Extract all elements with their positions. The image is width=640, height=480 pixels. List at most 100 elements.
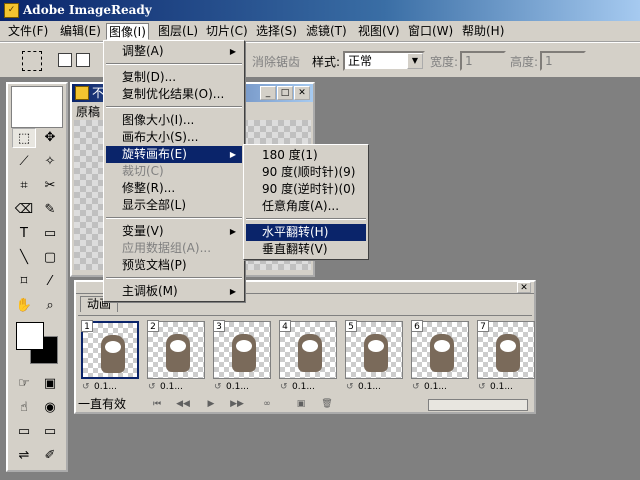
first-frame-icon[interactable]: ⏮ [148, 397, 166, 411]
rect-marquee-tool-icon[interactable]: ⬚ [12, 128, 36, 148]
menu-item-duplicate-optimized[interactable]: 复制优化结果(O)... [106, 86, 242, 103]
frame-delay[interactable]: 0.1... [358, 382, 381, 392]
screen-mode-icon[interactable]: ▭ [12, 422, 36, 442]
menu-view[interactable]: 视图(V) [356, 23, 402, 40]
delete-frame-icon[interactable]: 🗑 [318, 397, 336, 411]
options-bar: 消除锯齿 样式: 正常 ▼ 宽度: 1 高度: 1 [0, 42, 640, 78]
menu-filter[interactable]: 滤镜(T) [304, 23, 349, 40]
close-button[interactable]: ✕ [294, 86, 310, 100]
preview-icon[interactable]: ☝ [12, 398, 36, 418]
minimize-button[interactable]: _ [260, 86, 276, 100]
zoom-tool-icon[interactable]: ⌕ [38, 296, 62, 316]
frame-delay[interactable]: 0.1... [424, 382, 447, 392]
marquee-tool-icon[interactable] [22, 51, 42, 71]
width-field[interactable]: 1 [460, 51, 506, 71]
menu-slice[interactable]: 切片(C) [204, 23, 250, 40]
move-tool-icon[interactable]: ✥ [38, 128, 62, 148]
menu-item-master-palette[interactable]: 主调板(M) ▶ [106, 283, 242, 300]
crop-tool-2-icon[interactable]: ⌑ [12, 272, 36, 292]
menu-item-preview-document[interactable]: 预览文档(P) [106, 257, 242, 274]
frame-delay[interactable]: 0.1... [226, 382, 249, 392]
slice-tool-icon[interactable]: ✂ [38, 176, 62, 196]
raccoon-sprite [496, 334, 520, 372]
add-selection-icon[interactable] [76, 53, 90, 67]
edit-icon[interactable]: ✐ [38, 446, 62, 466]
menu-file[interactable]: 文件(F) [6, 23, 50, 40]
menu-item-image-size[interactable]: 图像大小(I)... [106, 112, 242, 129]
disposal-icon[interactable]: ↺ [82, 382, 90, 392]
new-selection-icon[interactable] [58, 53, 72, 67]
panel-close-button[interactable]: ✕ [517, 282, 531, 293]
eraser-tool-icon[interactable]: ⌫ [12, 200, 36, 220]
menu-item-reveal-all[interactable]: 显示全部(L) [106, 197, 242, 214]
menu-edit[interactable]: 编辑(E) [58, 23, 103, 40]
animation-frame[interactable]: 4 ↺ 0.1... [278, 320, 340, 394]
magic-wand-tool-icon[interactable]: ✧ [38, 152, 62, 172]
lasso-tool-icon[interactable]: ⟋ [12, 152, 36, 172]
animation-frame[interactable]: 2 ↺ 0.1... [146, 320, 208, 394]
menu-item-trim[interactable]: 修整(R)... [106, 180, 242, 197]
disposal-icon[interactable]: ↺ [412, 382, 420, 392]
menu-item-rotate-canvas[interactable]: 旋转画布(E) ▶ [106, 146, 242, 163]
style-select[interactable]: 正常 ▼ [343, 51, 425, 71]
play-icon[interactable]: ▶ [202, 397, 220, 411]
animation-frame[interactable]: 6 ↺ 0.1... [410, 320, 472, 394]
disposal-icon[interactable]: ↺ [478, 382, 486, 392]
menu-item-rotate-90-ccw[interactable]: 90 度(逆时针)(0) [246, 181, 366, 198]
animation-frame[interactable]: 7 ↺ 0.1... [476, 320, 538, 394]
loop-select[interactable]: 一直有效 [78, 397, 126, 411]
line-tool-icon[interactable]: ╲ [12, 248, 36, 268]
menu-item-variables[interactable]: 变量(V) ▶ [106, 223, 242, 240]
crop-tool-icon[interactable]: ⌗ [12, 176, 36, 196]
width-label: 宽度: [430, 55, 459, 69]
type-tool-icon[interactable]: T [12, 224, 36, 244]
image-map-tool-icon[interactable]: ☞ [12, 374, 36, 394]
frame-delay[interactable]: 0.1... [160, 382, 183, 392]
tween-icon[interactable]: ∞ [258, 397, 276, 411]
animation-frame[interactable]: 1 ↺ 0.1... [80, 320, 142, 394]
menu-item-flip-vertical[interactable]: 垂直翻转(V) [246, 241, 366, 258]
menu-item-canvas-size[interactable]: 画布大小(S)... [106, 129, 242, 146]
rectangle-tool-icon[interactable]: ▭ [38, 224, 62, 244]
screen-mode-2-icon[interactable]: ▭ [38, 422, 62, 442]
frame-delay[interactable]: 0.1... [94, 382, 117, 392]
rounded-rect-tool-icon[interactable]: ▢ [38, 248, 62, 268]
new-frame-icon[interactable]: ▣ [292, 397, 310, 411]
horizontal-scrollbar[interactable] [428, 399, 528, 411]
chevron-down-icon[interactable]: ▼ [407, 53, 423, 69]
animation-frame[interactable]: 3 ↺ 0.1... [212, 320, 274, 394]
frame-number: 4 [279, 320, 291, 332]
menu-window[interactable]: 窗口(W) [406, 23, 455, 40]
hand-tool-icon[interactable]: ✋ [12, 296, 36, 316]
prev-frame-icon[interactable]: ◀◀ [174, 397, 192, 411]
disposal-icon[interactable]: ↺ [346, 382, 354, 392]
animation-frame[interactable]: 5 ↺ 0.1... [344, 320, 406, 394]
jump-to-photoshop-icon[interactable]: ⇌ [12, 446, 36, 466]
menu-item-arbitrary[interactable]: 任意角度(A)... [246, 198, 366, 215]
menu-select[interactable]: 选择(S) [254, 23, 299, 40]
menu-item-duplicate[interactable]: 复制(D)... [106, 69, 242, 86]
foreground-color-swatch[interactable] [16, 322, 44, 350]
menu-item-rotate-180[interactable]: 180 度(1) [246, 147, 366, 164]
brush-tool-icon[interactable]: ✎ [38, 200, 62, 220]
menu-help[interactable]: 帮助(H) [460, 23, 506, 40]
tab-original[interactable]: 原稿 [76, 103, 100, 120]
frame-delay[interactable]: 0.1... [292, 382, 315, 392]
frame-delay[interactable]: 0.1... [490, 382, 513, 392]
maximize-button[interactable]: □ [277, 86, 293, 100]
browser-preview-icon[interactable]: ◉ [38, 398, 62, 418]
menu-item-rotate-90-cw[interactable]: 90 度(顺时针)(9) [246, 164, 366, 181]
menu-item-flip-horizontal[interactable]: 水平翻转(H) [246, 224, 366, 241]
next-frame-icon[interactable]: ▶▶ [228, 397, 246, 411]
menu-item-adjust[interactable]: 调整(A) ▶ [106, 43, 242, 60]
disposal-icon[interactable]: ↺ [214, 382, 222, 392]
app-icon[interactable]: ✓ [4, 3, 19, 18]
menu-bar: 文件(F) 编辑(E) 图像(I) 图层(L) 切片(C) 选择(S) 滤镜(T… [0, 21, 640, 42]
disposal-icon[interactable]: ↺ [280, 382, 288, 392]
eyedropper-tool-icon[interactable]: ⁄ [38, 272, 62, 292]
menu-image[interactable]: 图像(I) [106, 23, 149, 40]
height-field[interactable]: 1 [540, 51, 586, 71]
toggle-slices-icon[interactable]: ▣ [38, 374, 62, 394]
menu-layer[interactable]: 图层(L) [156, 23, 200, 40]
disposal-icon[interactable]: ↺ [148, 382, 156, 392]
